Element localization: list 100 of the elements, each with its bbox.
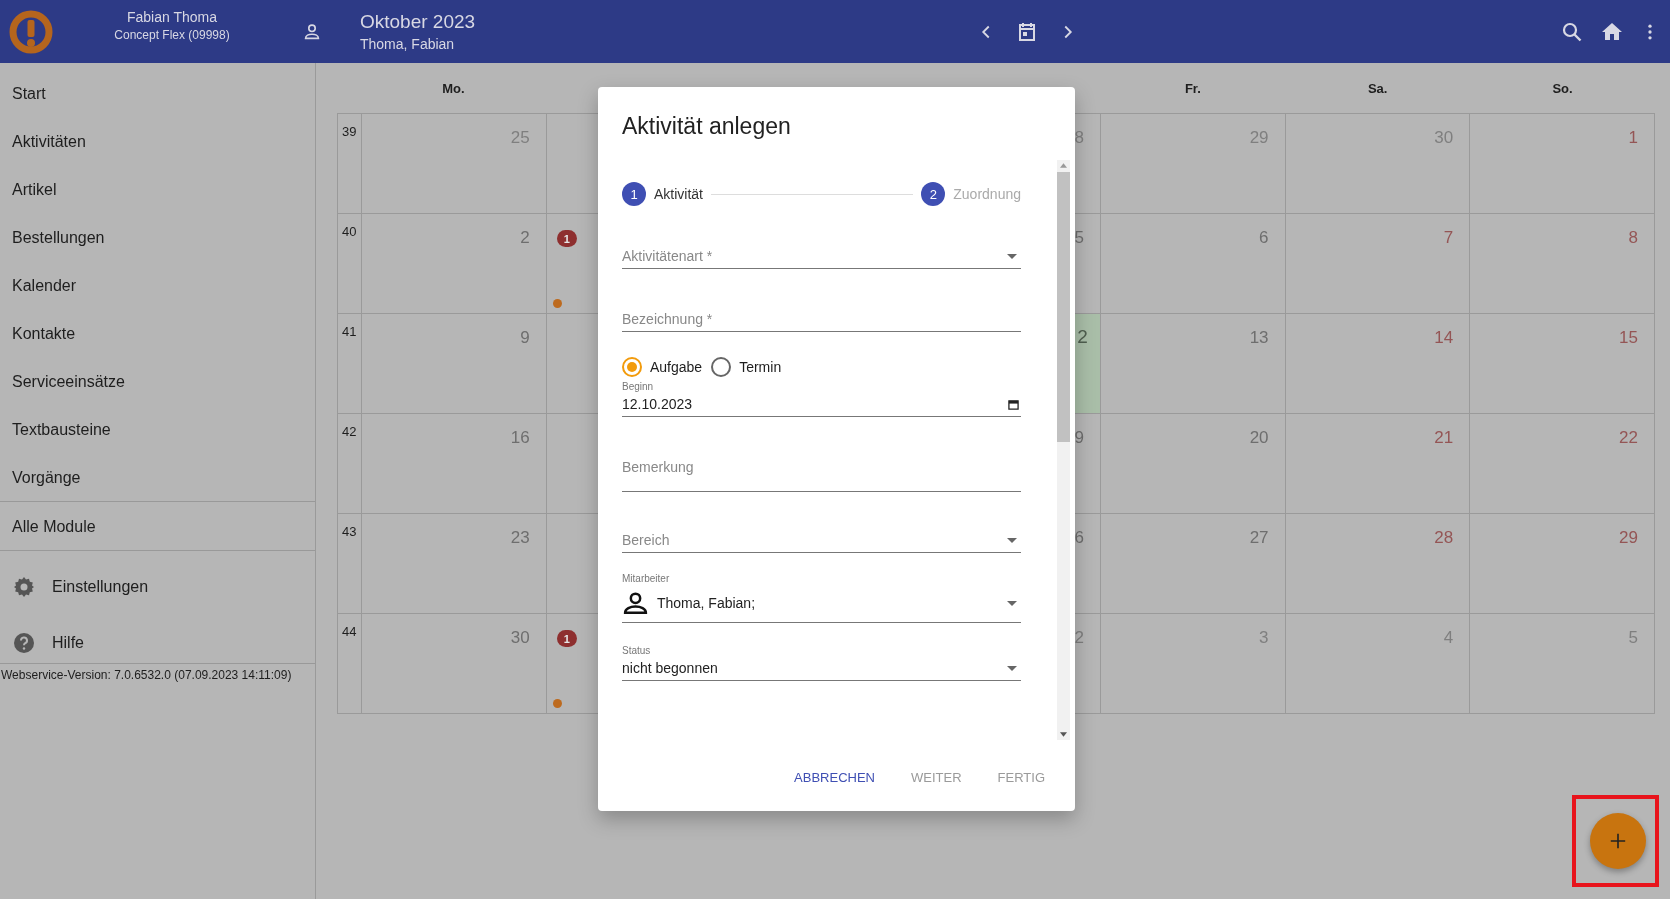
weekday-header: Mo. [442,80,465,96]
week-number: 43 [342,524,357,539]
week-number: 42 [342,424,357,439]
day-number: 9 [1074,428,1084,448]
weekday-header: Fr. [1184,80,1201,96]
day-cell[interactable]: 7 [1285,214,1471,314]
sidebar-label: Hilfe [52,634,84,652]
day-cell[interactable]: 22 [1470,414,1655,514]
day-cell[interactable]: 21 [1285,414,1471,514]
day-cell[interactable]: 6 [1100,214,1286,314]
radio-button[interactable] [622,357,642,377]
day-cell[interactable]: 20 [1100,414,1286,514]
day-number: 30 [510,628,530,648]
step[interactable]: 2 Zuordnung [921,182,1021,206]
sidebar-item[interactable]: Alle Module [0,510,315,558]
day-number: 22 [1619,428,1638,448]
calendar-owner: Thoma, Fabian [360,36,456,52]
person-icon [622,589,649,617]
help-icon [12,631,36,655]
logo-icon [9,9,53,54]
radio-label: Aufgabe [650,359,703,375]
caret-icon [1007,537,1017,543]
plus-icon [1609,832,1627,850]
day-number: 27 [1249,528,1269,548]
scrollbar[interactable] [1057,160,1070,740]
dropdown-field[interactable]: Status nicht begonnen [622,645,1021,681]
field-value: Thoma, Fabian; [657,595,756,611]
sidebar-item[interactable]: Start [0,77,315,125]
day-cell[interactable]: 29 [1470,514,1655,614]
day-number: 5 [1074,228,1084,248]
sidebar-item[interactable]: Kontakte [0,317,315,365]
day-number: 2 [520,228,530,248]
week-number: 40 [342,224,357,239]
dropdown-field[interactable]: Mitarbeiter Thoma, Fabian; [622,573,1021,623]
day-cell[interactable]: 2 [362,214,547,314]
field-label: Status [622,645,652,656]
sidebar-label: Einstellungen [52,578,149,596]
radio-option[interactable]: Aufgabe [622,357,703,377]
field-value: nicht begonnen [622,660,718,676]
day-number: 6 [1074,528,1084,548]
day-number: 2 [1077,326,1088,348]
user-name: Fabian Thoma [127,9,217,25]
step-number: 2 [921,182,946,206]
sidebar-item[interactable]: Vorgänge [0,461,315,509]
day-cell[interactable]: 8 [1470,214,1655,314]
scroll-down-icon[interactable] [1060,732,1067,737]
day-number: 23 [510,528,530,548]
sidebar-item[interactable]: Hilfe [0,615,315,671]
day-cell[interactable]: 9 [362,314,547,414]
input-field[interactable]: Bezeichnung * [622,307,1021,332]
sidebar-item[interactable]: Bestellungen [0,221,315,269]
day-number: 15 [1619,328,1638,348]
field-placeholder: Bereich [622,532,670,548]
field-label: Beginn [622,381,655,392]
day-number: 8 [1628,228,1638,248]
sidebar-item[interactable]: Kalender [0,269,315,317]
date-field[interactable]: Beginn 12.10.2023 [622,381,1021,417]
caret-icon [1007,253,1017,259]
day-cell[interactable]: 27 [1100,514,1286,614]
day-number: 1 [1628,128,1638,148]
field-placeholder: Bezeichnung * [622,311,713,327]
account-name: Concept Flex (09998) [114,28,230,42]
dropdown-field[interactable]: Bereich [622,528,1021,553]
step-number: 1 [622,182,646,206]
input-field[interactable]: Bemerkung [622,459,1021,492]
day-number: 13 [1249,328,1269,348]
day-number: 6 [1259,228,1269,248]
day-cell[interactable]: 1 [1470,114,1655,214]
dropdown-field[interactable]: Aktivitätenart * [622,244,1021,269]
step-label: Zuordnung [953,186,1021,202]
caret-icon [1007,665,1017,671]
day-number: 7 [1443,228,1454,248]
calendar-icon[interactable] [1008,398,1019,410]
field-value: 12.10.2023 [622,396,693,412]
sidebar-item[interactable]: Aktivitäten [0,125,315,173]
step[interactable]: 1 Aktivität [622,182,703,206]
event-count-badge: 1 [556,630,577,647]
field-placeholder: Bemerkung [622,459,694,475]
dialog-button[interactable]: ABBRECHEN [786,764,883,791]
step-label: Aktivität [654,186,703,202]
sidebar-item[interactable]: Textbausteine [0,413,315,461]
day-number: 21 [1434,428,1454,448]
day-cell[interactable]: 28 [1285,514,1471,614]
day-cell[interactable]: 16 [362,414,547,514]
day-cell[interactable]: 15 [1470,314,1655,414]
day-number: 20 [1249,428,1269,448]
day-cell[interactable]: 14 [1285,314,1471,414]
sidebar-item[interactable]: Serviceeinsätze [0,365,315,413]
dialog-title: Aktivität anlegen [622,113,792,140]
week-number: 44 [342,624,357,639]
day-cell[interactable]: 13 [1100,314,1286,414]
sidebar-item[interactable]: Artikel [0,173,315,221]
radio-button[interactable] [711,357,732,377]
day-number: 16 [510,428,530,448]
radio-option[interactable]: Termin [711,357,782,377]
day-number: 14 [1434,328,1454,348]
day-cell[interactable]: 23 [362,514,547,614]
day-cell[interactable]: 30 [362,614,547,714]
version-text: Webservice-Version: 7.0.6532.0 (07.09.2023 14:11:09) [0,668,293,682]
sidebar-item[interactable]: Einstellungen [0,559,315,615]
